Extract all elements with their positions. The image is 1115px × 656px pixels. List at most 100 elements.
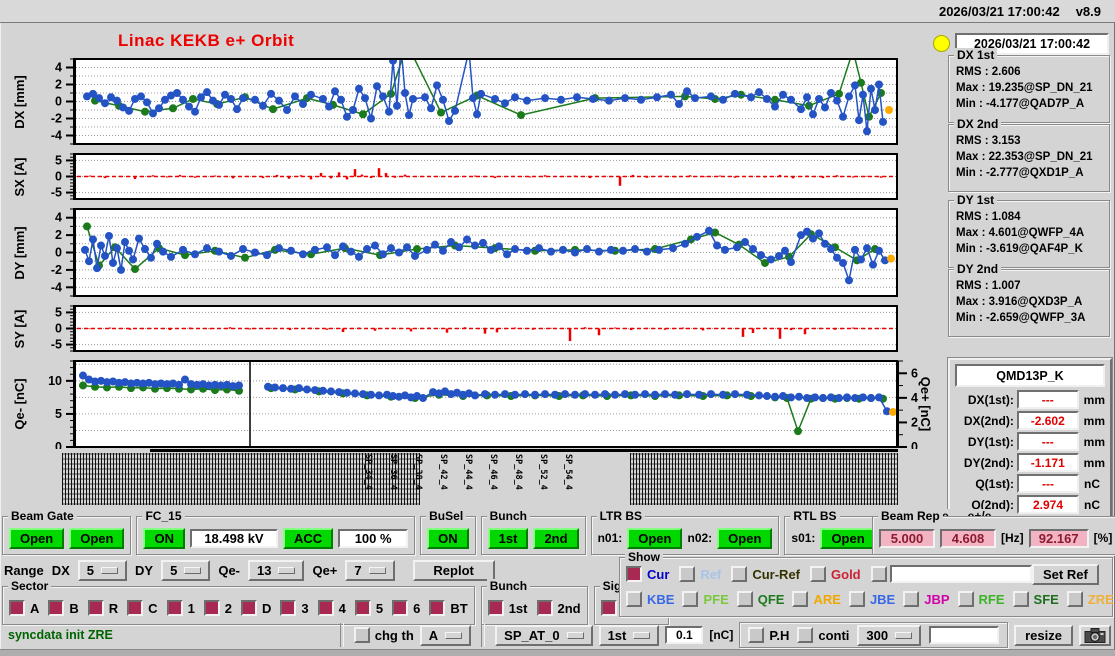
show-checkbox-jbe[interactable]: JBE bbox=[849, 591, 895, 607]
checkbox[interactable] bbox=[871, 566, 887, 582]
bunch-1st-button[interactable]: 1st bbox=[488, 528, 529, 549]
show-checkbox-zre[interactable]: ZRE bbox=[1067, 591, 1114, 607]
checkbox[interactable] bbox=[127, 600, 143, 616]
status-lamp bbox=[933, 35, 950, 52]
checkbox[interactable] bbox=[1013, 591, 1029, 607]
checkbox[interactable] bbox=[167, 600, 183, 616]
sector-checkbox-bt[interactable]: BT bbox=[429, 600, 467, 616]
ltr-bs-group: LTR BS n01: Open n02: Open bbox=[591, 516, 780, 555]
bunch-checkbox-1st[interactable]: 1st bbox=[488, 600, 528, 616]
checkbox[interactable] bbox=[601, 600, 617, 616]
checkbox[interactable] bbox=[354, 627, 370, 643]
checkbox-label: SFE bbox=[1034, 592, 1059, 607]
resize-button[interactable]: resize bbox=[1014, 625, 1073, 646]
checkbox[interactable] bbox=[9, 600, 25, 616]
threshold-field[interactable]: 0.1 bbox=[665, 626, 703, 644]
show-checkbox-gold[interactable]: Gold bbox=[810, 566, 861, 582]
checkbox[interactable] bbox=[88, 600, 104, 616]
checkbox[interactable] bbox=[537, 600, 553, 616]
beam-gate-open-button-2[interactable]: Open bbox=[69, 528, 124, 549]
svg-text:4: 4 bbox=[55, 211, 62, 225]
checkbox[interactable] bbox=[731, 566, 747, 582]
show-checkbox-rfe[interactable]: RFE bbox=[958, 591, 1005, 607]
checkbox[interactable] bbox=[679, 566, 695, 582]
checkbox[interactable] bbox=[792, 591, 808, 607]
range-qem-dropdown[interactable]: 13 bbox=[248, 560, 304, 581]
show-checkbox-cur[interactable]: Cur bbox=[626, 566, 669, 582]
sector-checkbox-5[interactable]: 5 bbox=[355, 600, 383, 616]
fc15-on-button[interactable]: ON bbox=[143, 528, 185, 549]
checkbox[interactable] bbox=[318, 600, 334, 616]
checkbox[interactable] bbox=[241, 600, 257, 616]
bunch-2nd-button[interactable]: 2nd bbox=[533, 528, 578, 549]
svg-text:5: 5 bbox=[55, 305, 62, 319]
conti-checkbox[interactable]: conti bbox=[797, 627, 849, 643]
replot-button[interactable]: Replot bbox=[413, 560, 495, 581]
busel-on-button[interactable]: ON bbox=[427, 528, 469, 549]
checkbox[interactable] bbox=[626, 566, 642, 582]
sector-checkbox-6[interactable]: 6 bbox=[392, 600, 420, 616]
checkbox[interactable] bbox=[903, 591, 919, 607]
checkbox[interactable] bbox=[682, 591, 698, 607]
range-dy-dropdown[interactable]: 5 bbox=[161, 560, 210, 581]
bpm-label: SP_42_4 bbox=[438, 454, 448, 490]
range-qep-dropdown[interactable]: 7 bbox=[345, 560, 394, 581]
checkbox[interactable] bbox=[958, 591, 974, 607]
checkbox[interactable] bbox=[849, 591, 865, 607]
th-dropdown[interactable]: A bbox=[420, 625, 471, 646]
fc15-kv-field[interactable]: 18.498 kV bbox=[190, 529, 278, 548]
sector-checkbox-d[interactable]: D bbox=[241, 600, 271, 616]
checkbox[interactable] bbox=[748, 627, 764, 643]
sector-checkbox-c[interactable]: C bbox=[127, 600, 157, 616]
checkbox[interactable] bbox=[1067, 591, 1083, 607]
bunch-checkbox-2nd[interactable]: 2nd bbox=[537, 600, 581, 616]
count-dropdown[interactable]: 300 bbox=[857, 625, 921, 646]
chg-th-checkbox[interactable]: chg th bbox=[354, 627, 414, 643]
checkbox[interactable] bbox=[392, 600, 408, 616]
checkbox[interactable] bbox=[48, 600, 64, 616]
checkbox[interactable] bbox=[429, 600, 445, 616]
ref-name-input[interactable] bbox=[890, 565, 1032, 583]
checkbox[interactable] bbox=[810, 566, 826, 582]
ltr-n02-open-button[interactable]: Open bbox=[717, 528, 772, 549]
checkbox[interactable] bbox=[355, 600, 371, 616]
checkbox-label: R bbox=[109, 601, 118, 616]
screenshot-button[interactable] bbox=[1079, 625, 1111, 646]
set-ref-button[interactable]: Set Ref bbox=[1032, 564, 1099, 585]
sector-checkbox-1[interactable]: 1 bbox=[167, 600, 195, 616]
show-checkbox-cur-ref[interactable]: Cur-Ref bbox=[731, 566, 800, 582]
dropdown-value: 13 bbox=[257, 563, 271, 578]
sp-dropdown[interactable]: SP_AT_0 bbox=[495, 625, 592, 646]
ltr-n01-open-button[interactable]: Open bbox=[627, 528, 682, 549]
fc15-percent-field[interactable]: 100 % bbox=[338, 529, 408, 548]
show-checkbox-jbp[interactable]: JBP bbox=[903, 591, 949, 607]
checkbox[interactable] bbox=[737, 591, 753, 607]
show-checkbox-ref[interactable]: Ref bbox=[679, 566, 721, 582]
bunch-dropdown[interactable]: 1st bbox=[599, 625, 660, 646]
rtl-s01-open-button[interactable]: Open bbox=[820, 528, 875, 549]
checkbox-label: 5 bbox=[376, 601, 383, 616]
checkbox[interactable] bbox=[204, 600, 220, 616]
sector-checkbox-2[interactable]: 2 bbox=[204, 600, 232, 616]
fc15-acc-button[interactable]: ACC bbox=[283, 528, 333, 549]
checkbox-label: D bbox=[262, 601, 271, 616]
beam-gate-open-button-1[interactable]: Open bbox=[9, 528, 64, 549]
show-checkbox-sfe[interactable]: SFE bbox=[1013, 591, 1059, 607]
show-checkbox-qfe[interactable]: QFE bbox=[737, 591, 785, 607]
sector-checkbox-r[interactable]: R bbox=[88, 600, 118, 616]
free-input[interactable] bbox=[929, 626, 999, 644]
checkbox[interactable] bbox=[488, 600, 504, 616]
checkbox[interactable] bbox=[797, 627, 813, 643]
sector-checkbox-4[interactable]: 4 bbox=[318, 600, 346, 616]
show-checkbox-kbe[interactable]: KBE bbox=[626, 591, 674, 607]
show-checkbox-pfe[interactable]: PFE bbox=[682, 591, 728, 607]
monitor-name[interactable]: QMD13P_K bbox=[955, 364, 1105, 387]
range-dx-dropdown[interactable]: 5 bbox=[78, 560, 127, 581]
ph-checkbox[interactable]: P.H bbox=[748, 627, 789, 643]
sector-checkbox-a[interactable]: A bbox=[9, 600, 39, 616]
sector-checkbox-3[interactable]: 3 bbox=[280, 600, 308, 616]
show-checkbox-are[interactable]: ARE bbox=[792, 591, 840, 607]
checkbox[interactable] bbox=[626, 591, 642, 607]
sector-checkbox-b[interactable]: B bbox=[48, 600, 78, 616]
checkbox[interactable] bbox=[280, 600, 296, 616]
